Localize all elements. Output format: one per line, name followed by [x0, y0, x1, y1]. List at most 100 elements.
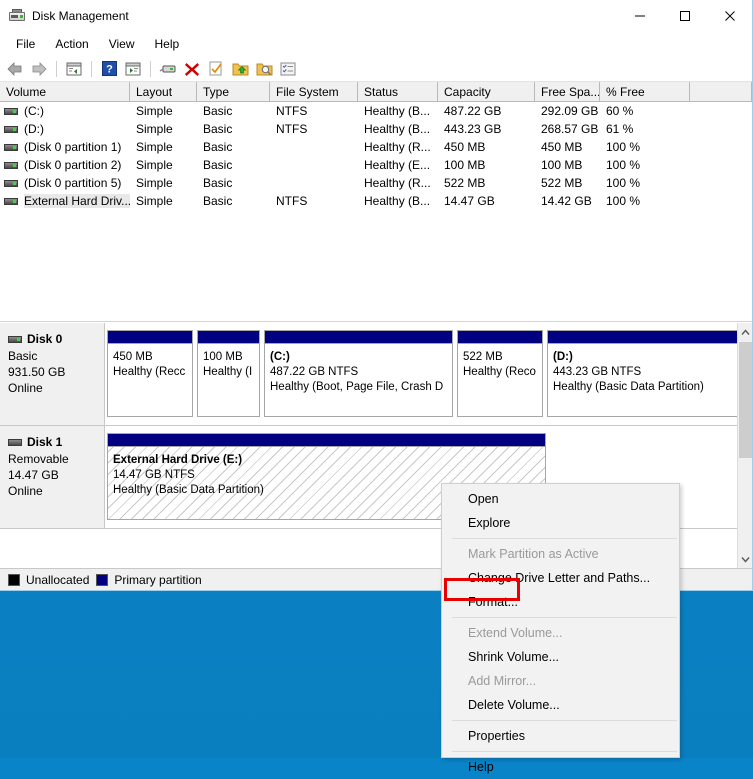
table-row[interactable]: (C:)SimpleBasicNTFSHealthy (B...487.22 G…: [0, 102, 752, 120]
cell-capacity: 443.23 GB: [438, 120, 535, 138]
legend-item: Primary partition: [96, 573, 201, 587]
partition-color-bar: [108, 331, 192, 344]
volume-label: External Hard Driv...: [24, 194, 130, 208]
partition-block[interactable]: (D:)443.23 GB NTFSHealthy (Basic Data Pa…: [547, 330, 737, 417]
disk-size: 14.47 GB: [8, 467, 104, 483]
cell-pct: 100 %: [600, 156, 690, 174]
partition-status: Healthy (Reco: [463, 365, 537, 380]
disk-info-panel[interactable]: Disk 0Basic931.50 GBOnline: [0, 323, 105, 425]
column-header-percent-free[interactable]: % Free: [600, 82, 690, 102]
table-row[interactable]: (Disk 0 partition 1)SimpleBasicHealthy (…: [0, 138, 752, 156]
cell-pct: 60 %: [600, 102, 690, 120]
volume-label: (C:): [24, 104, 44, 118]
scrollbar-thumb[interactable]: [739, 342, 752, 458]
list-view-icon[interactable]: [63, 58, 85, 80]
context-menu-item-shrink-volume[interactable]: Shrink Volume...: [442, 645, 679, 669]
cell-fs: [270, 174, 358, 192]
legend-item: Unallocated: [8, 573, 89, 587]
column-header-volume[interactable]: Volume: [0, 82, 130, 102]
details-icon[interactable]: [277, 58, 299, 80]
partition-color-bar: [198, 331, 259, 344]
cell-layout: Simple: [130, 138, 197, 156]
column-header-capacity[interactable]: Capacity: [438, 82, 535, 102]
rescan-disks-icon[interactable]: [157, 58, 179, 80]
context-menu-item-mark-partition-as-active: Mark Partition as Active: [442, 542, 679, 566]
context-menu-item-delete-volume[interactable]: Delete Volume...: [442, 693, 679, 717]
cell-status: Healthy (R...: [358, 138, 438, 156]
menu-help[interactable]: Help: [145, 34, 190, 54]
properties-icon[interactable]: [122, 58, 144, 80]
cell-free: 292.09 GB: [535, 102, 600, 120]
disk-icon: [8, 439, 22, 446]
volume-list-pane: Volume Layout Type File System Status Ca…: [0, 82, 752, 322]
context-menu-item-open[interactable]: Open: [442, 487, 679, 511]
cell-type: Basic: [197, 120, 270, 138]
volume-cell: (C:): [0, 102, 130, 120]
column-header-free-space[interactable]: Free Spa...: [535, 82, 600, 102]
graphical-view-scrollbar[interactable]: [737, 323, 752, 568]
menu-file[interactable]: File: [6, 34, 45, 54]
delete-icon[interactable]: [181, 58, 203, 80]
column-header-file-system[interactable]: File System: [270, 82, 358, 102]
partition-block[interactable]: (C:)487.22 GB NTFSHealthy (Boot, Page Fi…: [264, 330, 453, 417]
partition-title: (C:): [270, 350, 447, 365]
cell-type: Basic: [197, 156, 270, 174]
up-folder-icon[interactable]: [229, 58, 251, 80]
partition-block[interactable]: 450 MBHealthy (Recc: [107, 330, 193, 417]
volume-cell: External Hard Driv...: [0, 192, 130, 210]
context-menu-item-properties[interactable]: Properties: [442, 724, 679, 748]
check-icon[interactable]: [205, 58, 227, 80]
search-folder-icon[interactable]: [253, 58, 275, 80]
back-icon[interactable]: [4, 58, 26, 80]
partition-size: 443.23 GB NTFS: [553, 365, 735, 380]
cell-free: 450 MB: [535, 138, 600, 156]
partition-title: External Hard Drive (E:): [113, 453, 540, 468]
context-menu-item-format[interactable]: Format...: [442, 590, 679, 614]
cell-layout: Simple: [130, 192, 197, 210]
column-header-type[interactable]: Type: [197, 82, 270, 102]
cell-capacity: 100 MB: [438, 156, 535, 174]
menu-action[interactable]: Action: [45, 34, 98, 54]
table-row[interactable]: (D:)SimpleBasicNTFSHealthy (B...443.23 G…: [0, 120, 752, 138]
window-title: Disk Management: [32, 9, 129, 23]
cell-type: Basic: [197, 192, 270, 210]
cell-status: Healthy (B...: [358, 102, 438, 120]
table-row[interactable]: (Disk 0 partition 2)SimpleBasicHealthy (…: [0, 156, 752, 174]
cell-fs: [270, 138, 358, 156]
cell-pct: 100 %: [600, 138, 690, 156]
minimize-icon[interactable]: [617, 0, 662, 32]
close-icon[interactable]: [707, 0, 752, 32]
table-row[interactable]: (Disk 0 partition 5)SimpleBasicHealthy (…: [0, 174, 752, 192]
partition-size: 487.22 GB NTFS: [270, 365, 447, 380]
disk-type: Removable: [8, 451, 104, 467]
scroll-down-icon[interactable]: [738, 550, 752, 568]
partition-color-bar: [265, 331, 452, 344]
partition-status: Healthy (Basic Data Partition): [553, 380, 735, 395]
column-header-layout[interactable]: Layout: [130, 82, 197, 102]
volume-label: (D:): [24, 122, 44, 136]
context-menu-item-change-drive-letter-and-paths[interactable]: Change Drive Letter and Paths...: [442, 566, 679, 590]
drive-icon: [4, 108, 18, 115]
partition-details: (D:)443.23 GB NTFSHealthy (Basic Data Pa…: [548, 344, 737, 416]
toolbar-separator: [150, 61, 151, 77]
title-bar: Disk Management: [0, 0, 752, 32]
forward-icon[interactable]: [28, 58, 50, 80]
volume-list-header: Volume Layout Type File System Status Ca…: [0, 82, 752, 102]
context-menu-item-help[interactable]: Help: [442, 755, 679, 779]
disk-info-panel[interactable]: Disk 1Removable14.47 GBOnline: [0, 426, 105, 528]
volume-label: (Disk 0 partition 2): [24, 158, 121, 172]
column-header-filler[interactable]: [690, 82, 752, 102]
cell-fs: NTFS: [270, 120, 358, 138]
maximize-icon[interactable]: [662, 0, 707, 32]
partition-block[interactable]: 100 MBHealthy (I: [197, 330, 260, 417]
title-bar-left: Disk Management: [0, 9, 129, 23]
menu-view[interactable]: View: [99, 34, 145, 54]
window-controls: [617, 0, 752, 32]
scroll-up-icon[interactable]: [738, 323, 752, 341]
context-menu-item-explore[interactable]: Explore: [442, 511, 679, 535]
partition-block[interactable]: 522 MBHealthy (Reco: [457, 330, 543, 417]
help-icon[interactable]: ?: [98, 58, 120, 80]
cell-layout: Simple: [130, 102, 197, 120]
column-header-status[interactable]: Status: [358, 82, 438, 102]
table-row[interactable]: External Hard Driv...SimpleBasicNTFSHeal…: [0, 192, 752, 210]
